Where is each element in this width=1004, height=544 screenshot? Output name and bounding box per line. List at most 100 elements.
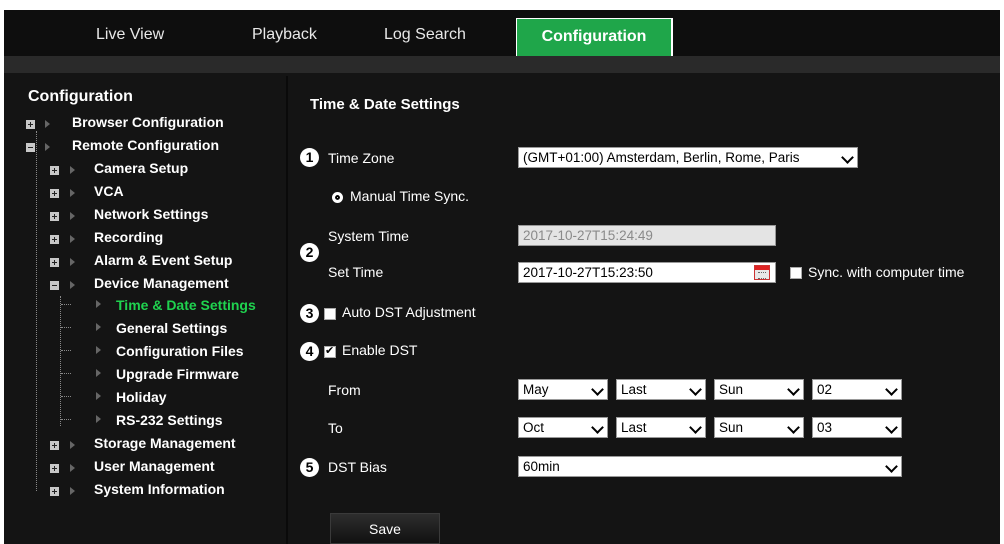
from-week-select[interactable]: Last (616, 379, 706, 400)
from-week-value: Last (621, 382, 647, 397)
tab-playback[interactable]: Playback (252, 26, 317, 44)
time-zone-select[interactable]: (GMT+01:00) Amsterdam, Berlin, Rome, Par… (518, 147, 858, 168)
to-month-select[interactable]: Oct (518, 417, 608, 438)
tree-arrow-icon (70, 166, 75, 174)
chevron-down-icon (885, 383, 898, 396)
main-panel: Time & Date Settings 1 Time Zone (GMT+01… (288, 76, 1000, 544)
tree-arrow-icon (70, 258, 75, 266)
tree-connector (61, 396, 71, 397)
tree-arrow-icon (45, 143, 50, 151)
sidebar-item-camera-setup[interactable]: Camera Setup (94, 160, 188, 176)
from-hour-select[interactable]: 02 (812, 379, 902, 400)
chevron-down-icon (591, 383, 604, 396)
chevron-down-icon (885, 421, 898, 434)
set-time-field[interactable]: 2017-10-27T15:23:50 (518, 262, 776, 283)
tree-expand-icon[interactable] (26, 120, 35, 129)
sidebar-item-storage-management[interactable]: Storage Management (94, 435, 236, 451)
tree-expand-icon[interactable] (50, 464, 59, 473)
tree-arrow-icon (96, 369, 101, 377)
tree-connector (61, 327, 71, 328)
from-day-value: Sun (719, 382, 744, 397)
tree-arrow-icon (70, 464, 75, 472)
sidebar-item-system-information[interactable]: System Information (94, 481, 225, 497)
from-label: From (328, 382, 361, 398)
tree-arrow-icon (96, 415, 101, 423)
sidebar-item-time-date-settings[interactable]: Time & Date Settings (116, 297, 256, 313)
tab-live-view[interactable]: Live View (96, 26, 164, 44)
chevron-down-icon (689, 383, 702, 396)
tab-divider (672, 18, 1004, 56)
sidebar-item-alarm-event-setup[interactable]: Alarm & Event Setup (94, 252, 232, 268)
tree-collapse-icon[interactable] (26, 143, 35, 152)
tab-configuration[interactable]: Configuration (516, 18, 672, 56)
to-month-value: Oct (523, 420, 545, 435)
to-day-value: Sun (719, 420, 744, 435)
set-time-label: Set Time (328, 264, 384, 280)
to-week-value: Last (621, 420, 647, 435)
tree-connector (61, 350, 71, 351)
tree-arrow-icon (70, 212, 75, 220)
tab-log-search[interactable]: Log Search (384, 26, 466, 44)
from-hour-value: 02 (817, 382, 833, 397)
time-zone-value: (GMT+01:00) Amsterdam, Berlin, Rome, Par… (523, 150, 800, 165)
tree-arrow-icon (70, 189, 75, 197)
auto-dst-checkbox[interactable] (324, 308, 336, 320)
tree-expand-icon[interactable] (50, 189, 59, 198)
save-button[interactable]: Save (330, 513, 440, 544)
tree-arrow-icon (96, 392, 101, 400)
sidebar-item-configuration-files[interactable]: Configuration Files (116, 343, 244, 359)
sidebar-item-vca[interactable]: VCA (94, 183, 124, 199)
enable-dst-label: Enable DST (342, 342, 418, 358)
tree-connector (61, 419, 71, 420)
sub-bar (4, 57, 1000, 73)
sidebar-item-device-management[interactable]: Device Management (94, 275, 229, 291)
sync-computer-checkbox[interactable] (790, 267, 802, 279)
top-nav: Live View Playback Log Search Configurat… (4, 10, 1000, 57)
to-hour-value: 03 (817, 420, 833, 435)
chevron-down-icon (787, 383, 800, 396)
manual-sync-radio[interactable] (332, 192, 343, 203)
tree-expand-icon[interactable] (50, 212, 59, 221)
sidebar-item-rs232-settings[interactable]: RS-232 Settings (116, 412, 223, 428)
to-week-select[interactable]: Last (616, 417, 706, 438)
sidebar-item-network-settings[interactable]: Network Settings (94, 206, 208, 222)
tree-expand-icon[interactable] (50, 487, 59, 496)
sidebar-item-holiday[interactable]: Holiday (116, 389, 167, 405)
tree-expand-icon[interactable] (50, 441, 59, 450)
calendar-icon[interactable] (754, 265, 770, 280)
from-day-select[interactable]: Sun (714, 379, 804, 400)
chevron-down-icon (689, 421, 702, 434)
sidebar-item-user-management[interactable]: User Management (94, 458, 215, 474)
from-month-select[interactable]: May (518, 379, 608, 400)
sidebar-title: Configuration (28, 88, 133, 105)
sidebar-item-remote-configuration[interactable]: Remote Configuration (72, 137, 219, 153)
system-time-label: System Time (328, 228, 409, 244)
tree-guide (36, 131, 37, 491)
system-time-field: 2017-10-27T15:24:49 (518, 225, 776, 246)
sidebar-item-general-settings[interactable]: General Settings (116, 320, 227, 336)
callout-1: 1 (300, 148, 319, 167)
tree-arrow-icon (70, 281, 75, 289)
dst-bias-select[interactable]: 60min (518, 456, 902, 477)
to-day-select[interactable]: Sun (714, 417, 804, 438)
tree-expand-icon[interactable] (50, 258, 59, 267)
tree-collapse-icon[interactable] (50, 281, 59, 290)
chevron-down-icon (591, 421, 604, 434)
tree-connector (61, 373, 71, 374)
sidebar-item-upgrade-firmware[interactable]: Upgrade Firmware (116, 366, 239, 382)
tree-arrow-icon (96, 346, 101, 354)
to-label: To (328, 420, 343, 436)
dst-bias-value: 60min (523, 459, 560, 474)
callout-2: 2 (300, 243, 319, 262)
tree-expand-icon[interactable] (50, 235, 59, 244)
sync-computer-label: Sync. with computer time (808, 264, 965, 280)
callout-5: 5 (300, 458, 319, 477)
tree-expand-icon[interactable] (50, 166, 59, 175)
enable-dst-checkbox[interactable] (324, 344, 336, 358)
chevron-down-icon (787, 421, 800, 434)
sidebar-item-browser-configuration[interactable]: Browser Configuration (72, 114, 224, 130)
chevron-down-icon (885, 460, 898, 473)
to-hour-select[interactable]: 03 (812, 417, 902, 438)
manual-sync-label: Manual Time Sync. (350, 188, 470, 204)
sidebar-item-recording[interactable]: Recording (94, 229, 163, 245)
